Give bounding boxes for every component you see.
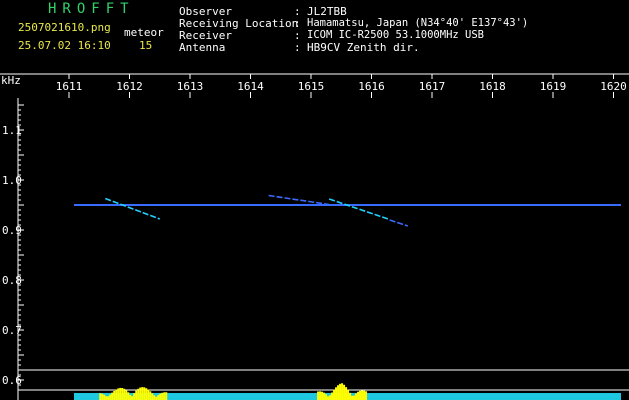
activity-bar bbox=[333, 389, 336, 400]
info-value-receiver: ICOM IC-R2500 53.1000MHz USB bbox=[307, 29, 485, 41]
info-label-receiver: Receiver bbox=[179, 29, 232, 42]
info-value-location: Hamamatsu, Japan (N34°40' E137°43') bbox=[307, 17, 529, 29]
activity-bar bbox=[325, 394, 328, 400]
activity-bar bbox=[349, 392, 352, 400]
spectrogram: 1611 1612 1613 1614 1615 1616 1617 1618 1619 1620… bbox=[0, 73, 629, 400]
activity-bar bbox=[353, 395, 356, 400]
info-sep-antenna: : bbox=[294, 41, 301, 54]
activity-bar bbox=[341, 383, 344, 400]
activity-bar bbox=[317, 391, 320, 400]
activity-bar bbox=[319, 391, 322, 400]
meteor-echo bbox=[389, 219, 409, 227]
activity-bar bbox=[129, 394, 132, 400]
activity-bar bbox=[131, 396, 134, 400]
activity-bar bbox=[363, 390, 366, 400]
activity-bar bbox=[107, 396, 110, 400]
activity-bar bbox=[111, 392, 114, 400]
activity-bar bbox=[101, 393, 104, 400]
activity-bar bbox=[135, 390, 138, 400]
activity-bar bbox=[361, 390, 364, 400]
info-sep-observer: : bbox=[294, 5, 301, 18]
activity-bar bbox=[121, 388, 124, 400]
info-value-antenna: HB9CV Zenith dir. bbox=[307, 41, 420, 54]
activity-bar bbox=[337, 385, 340, 400]
activity-bar bbox=[153, 395, 156, 400]
time-tick-label: 1612 bbox=[116, 80, 143, 93]
time-tick-label: 1618 bbox=[479, 80, 506, 93]
activity-bar bbox=[345, 387, 348, 400]
freq-tick-label: 0.9 bbox=[2, 224, 22, 237]
activity-bar bbox=[321, 391, 324, 400]
activity-bar bbox=[143, 387, 146, 400]
time-tick-label: 1616 bbox=[358, 80, 385, 93]
activity-bar bbox=[145, 388, 148, 400]
time-tick-label: 1617 bbox=[419, 80, 446, 93]
activity-bar bbox=[365, 391, 368, 400]
info-label-location: Receiving Location bbox=[179, 17, 299, 30]
activity-bar bbox=[139, 387, 142, 400]
activity-bar bbox=[127, 392, 130, 400]
activity-bar bbox=[357, 391, 360, 400]
activity-bar bbox=[103, 394, 106, 400]
meteor-count: 15 bbox=[139, 39, 153, 52]
activity-bar bbox=[339, 383, 342, 400]
time-tick-label: 1619 bbox=[540, 80, 567, 93]
activity-bar bbox=[331, 392, 334, 400]
info-label-observer: Observer bbox=[179, 5, 232, 18]
info-value-observer: JL2TBB bbox=[307, 5, 347, 18]
activity-bar bbox=[105, 396, 108, 400]
activity-bar bbox=[335, 387, 338, 400]
activity-bar bbox=[125, 390, 128, 400]
app-title: HROFFT bbox=[48, 1, 135, 17]
activity-bar bbox=[99, 393, 102, 400]
activity-bar bbox=[151, 393, 154, 400]
activity-bar bbox=[159, 393, 162, 400]
activity-bar bbox=[149, 391, 152, 400]
activity-bar bbox=[359, 390, 362, 400]
info-sep-receiver: : bbox=[294, 29, 301, 42]
filename: 2507021610.png bbox=[18, 21, 111, 34]
activity-bar bbox=[115, 389, 118, 400]
time-tick-label: 1614 bbox=[237, 80, 264, 93]
freq-unit-label: kHz bbox=[1, 74, 21, 87]
activity-bar bbox=[137, 388, 140, 400]
activity-bar bbox=[113, 390, 116, 400]
activity-bar bbox=[351, 395, 354, 400]
activity-bar bbox=[355, 393, 358, 400]
info-label-antenna: Antenna bbox=[179, 41, 226, 54]
activity-bar bbox=[329, 395, 332, 400]
info-sep-location: : bbox=[294, 17, 301, 30]
meteor-echo bbox=[268, 194, 330, 206]
time-tick-label: 1611 bbox=[56, 80, 83, 93]
meteor-label: meteor bbox=[124, 26, 164, 39]
activity-bar bbox=[161, 392, 164, 400]
time-tick-label: 1613 bbox=[177, 80, 204, 93]
time-tick-label: 1620 bbox=[600, 80, 627, 93]
datetime: 25.07.02 16:10 bbox=[18, 39, 111, 52]
activity-bar bbox=[163, 392, 166, 400]
freq-tick-label: 0.8 bbox=[2, 274, 22, 287]
activity-bar bbox=[141, 387, 144, 400]
time-tick-label: 1615 bbox=[298, 80, 325, 93]
activity-bar bbox=[147, 389, 150, 400]
activity-bar bbox=[133, 393, 136, 400]
freq-tick-label: 0.6 bbox=[2, 374, 22, 387]
activity-bar bbox=[117, 388, 120, 400]
freq-tick-label: 0.7 bbox=[2, 324, 22, 337]
activity-bar bbox=[165, 392, 168, 400]
activity-bar bbox=[109, 394, 112, 400]
activity-bar bbox=[157, 395, 160, 400]
freq-tick-label: 1.1 bbox=[2, 124, 22, 137]
meteor-echo bbox=[328, 198, 390, 221]
activity-bar bbox=[343, 384, 346, 400]
activity-bar bbox=[119, 387, 122, 400]
activity-bar bbox=[327, 396, 330, 400]
activity-bar bbox=[347, 389, 350, 400]
activity-bar bbox=[123, 388, 126, 400]
activity-bar bbox=[323, 392, 326, 400]
meteor-echo bbox=[105, 197, 161, 220]
freq-tick-label: 1.0 bbox=[2, 174, 22, 187]
